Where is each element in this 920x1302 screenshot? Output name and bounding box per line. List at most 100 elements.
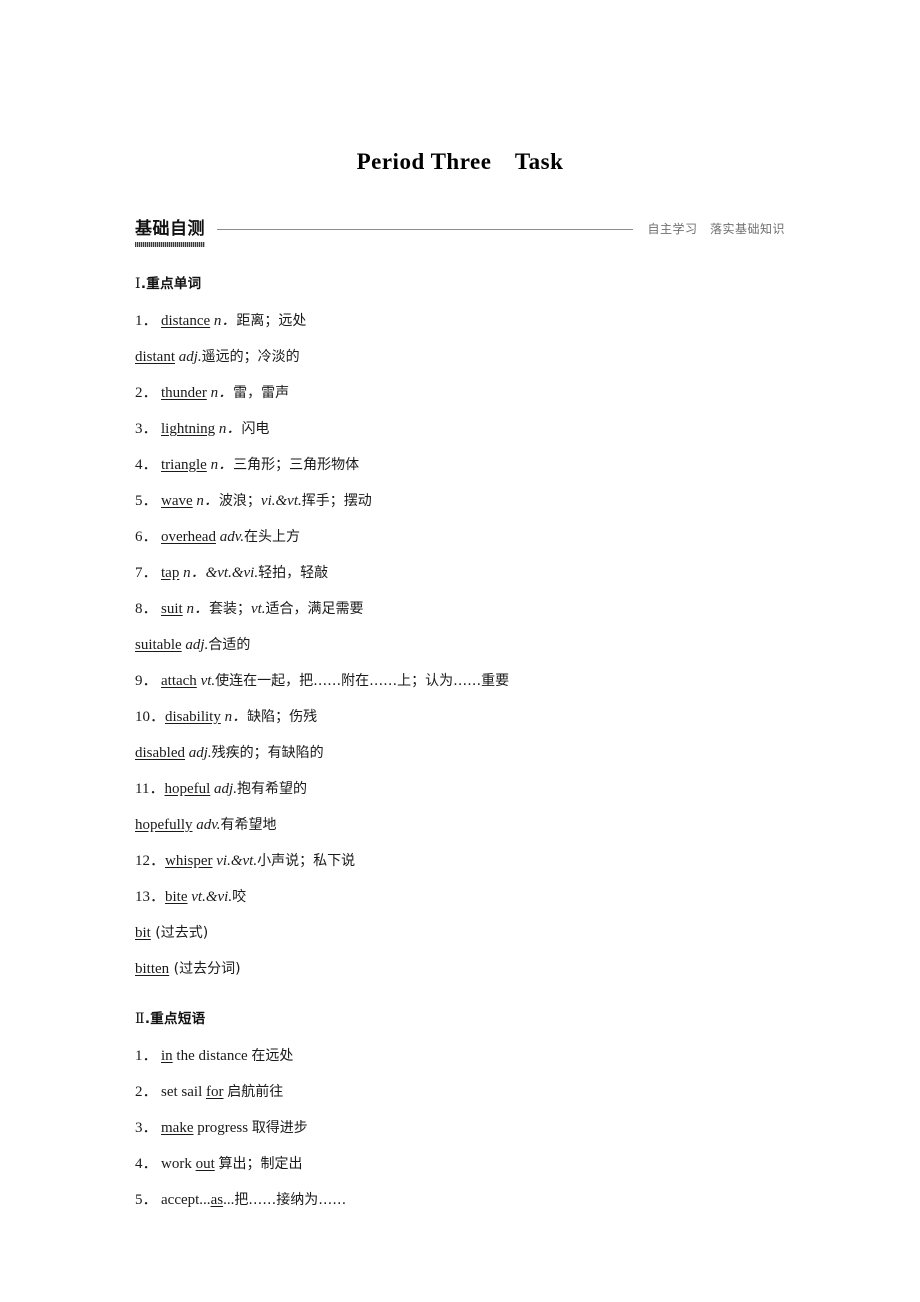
word-entry: 11．hopeful adj.抱有希望的 <box>135 782 785 797</box>
phrase-keyword: as <box>210 1192 224 1208</box>
entry-part-of-speech: n． <box>215 421 242 437</box>
entry-number: 4． <box>135 457 158 473</box>
entry-word: suit <box>161 601 183 617</box>
phrases-section: Ⅱ.重点短语 1． in the distance 在远处 2． set sail f… <box>135 1007 785 1208</box>
entry-word: suitable <box>135 637 182 653</box>
entry-part-of-speech: n． <box>206 457 234 473</box>
entry-part-of-speech: vt.&vi. <box>187 889 233 905</box>
entry-number: 5． <box>135 1192 158 1208</box>
entry-meaning: 使连在一起，把……附在……上；认为……重要 <box>215 673 510 689</box>
phrase-suffix: ... <box>223 1192 235 1208</box>
entry-number: 6． <box>135 529 158 545</box>
entry-part-of-speech-secondary: vi.&vt. <box>260 493 302 509</box>
entry-meaning-secondary: 轻拍，轻敲 <box>258 565 329 581</box>
phrase-prefix: accept... <box>161 1192 211 1208</box>
phrase-entry: 3． make progress 取得进步 <box>135 1121 785 1136</box>
entry-part-of-speech: n． <box>179 565 206 581</box>
entry-word: thunder <box>161 385 207 401</box>
phrase-entry: 4． work out 算出；制定出 <box>135 1157 785 1172</box>
entry-word: bite <box>165 889 188 905</box>
entry-number: 3． <box>135 421 158 437</box>
entry-meaning: 有希望地 <box>220 817 277 833</box>
entry-part-of-speech: adj. <box>210 781 237 797</box>
page-title: Period Three Task <box>356 149 564 174</box>
word-derived-entry: bit (过去式) <box>135 926 785 941</box>
entry-word: distance <box>161 313 211 329</box>
entry-meaning: 在头上方 <box>244 529 301 545</box>
entry-number: 1． <box>135 313 158 329</box>
phrase-keyword: in <box>161 1048 173 1064</box>
word-entry: 3． lightning n．闪电 <box>135 422 785 437</box>
entry-word: attach <box>161 673 197 689</box>
phrase-prefix: work <box>161 1156 196 1172</box>
entry-part-of-speech: adj. <box>181 637 209 653</box>
entry-part-of-speech: n． <box>192 493 219 509</box>
entry-meaning: 缺陷；伤残 <box>247 709 318 725</box>
entry-part-of-speech: n． <box>206 385 234 401</box>
entry-number: 8． <box>135 601 158 617</box>
entry-meaning: 三角形；三角形物体 <box>233 457 360 473</box>
subsection-heading-words: Ⅰ.重点单词 <box>135 272 785 293</box>
entry-part-of-speech: n． <box>210 313 237 329</box>
entry-meaning: 抱有希望的 <box>236 781 307 797</box>
entry-part-of-speech: n． <box>220 709 248 725</box>
phrase-keyword: make <box>161 1120 194 1136</box>
roman-numeral-2: Ⅱ <box>135 1012 145 1027</box>
entry-meaning: 闪电 <box>241 421 270 437</box>
entry-word: bit <box>135 925 151 941</box>
entry-meaning-secondary: 适合，满足需要 <box>265 601 364 617</box>
entry-part-of-speech: adv. <box>192 817 221 833</box>
word-entry: 9． attach vt.使连在一起，把……附在……上；认为……重要 <box>135 674 785 689</box>
entry-meaning: 咬 <box>232 889 247 905</box>
entry-word: bitten <box>135 961 170 977</box>
word-entry: 7． tap n．&vt.&vi.轻拍，轻敲 <box>135 566 785 581</box>
entry-word: hopeful <box>164 781 211 797</box>
word-entry: 5． wave n．波浪；vi.&vt.挥手；摆动 <box>135 494 785 509</box>
phrase-meaning: 在远处 <box>251 1048 294 1064</box>
entry-number: 11． <box>135 781 165 797</box>
word-entry: 12．whisper vi.&vt.小声说；私下说 <box>135 854 785 869</box>
phrase-keyword: out <box>195 1156 215 1172</box>
phrase-meaning: 算出；制定出 <box>218 1156 303 1172</box>
section-header-band: 基础自测 自主学习 落实基础知识 <box>135 214 785 247</box>
phrase-meaning: 启航前往 <box>227 1084 284 1100</box>
word-entry: 4． triangle n．三角形；三角形物体 <box>135 458 785 473</box>
entry-number: 5． <box>135 493 158 509</box>
entry-number: 3． <box>135 1120 158 1136</box>
entry-meaning: 合适的 <box>208 637 251 653</box>
entry-number: 9． <box>135 673 158 689</box>
entry-word: triangle <box>161 457 207 473</box>
entry-word: hopefully <box>135 817 193 833</box>
entry-part-of-speech-secondary: &vt.&vi. <box>205 565 259 581</box>
entry-number: 10． <box>135 709 166 725</box>
subsection-label-phrases: .重点短语 <box>144 1011 206 1027</box>
entry-part-of-speech: n． <box>182 601 209 617</box>
entry-part-of-speech: adv. <box>215 529 245 545</box>
section-divider-rule <box>217 228 634 230</box>
entry-number: 4． <box>135 1156 158 1172</box>
entry-part-of-speech-secondary: vt. <box>250 601 266 617</box>
entry-word: distant <box>135 349 175 365</box>
entry-meaning: 套装； <box>208 601 251 617</box>
entry-meaning: 残疾的；有缺陷的 <box>211 745 324 761</box>
section-title: 基础自测 <box>135 214 205 247</box>
phrase-entry: 5． accept...as...把……接纳为…… <box>135 1193 785 1208</box>
phrase-meaning: 取得进步 <box>251 1120 308 1136</box>
entry-meaning: 小声说；私下说 <box>257 853 356 869</box>
entry-word: lightning <box>161 421 216 437</box>
word-derived-entry: disabled adj.残疾的；有缺陷的 <box>135 746 785 761</box>
phrase-keyword: for <box>206 1084 224 1100</box>
word-entry: 2． thunder n．雷，雷声 <box>135 386 785 401</box>
subsection-heading-phrases: Ⅱ.重点短语 <box>135 1007 785 1028</box>
entry-meaning-secondary: 挥手；摆动 <box>301 493 372 509</box>
subsection-label-words: .重点单词 <box>140 276 202 292</box>
entry-number: 2． <box>135 1084 158 1100</box>
entry-number: 7． <box>135 565 158 581</box>
entry-word: whisper <box>165 853 213 869</box>
entry-number: 2． <box>135 385 158 401</box>
entry-meaning: 雷，雷声 <box>233 385 290 401</box>
document-page: Period Three Task 基础自测 自主学习 落实基础知识 Ⅰ.重点单… <box>0 0 920 1302</box>
entry-meaning: 遥远的；冷淡的 <box>201 349 300 365</box>
word-derived-entry: bitten (过去分词) <box>135 962 785 977</box>
entry-part-of-speech: adj. <box>175 349 202 365</box>
